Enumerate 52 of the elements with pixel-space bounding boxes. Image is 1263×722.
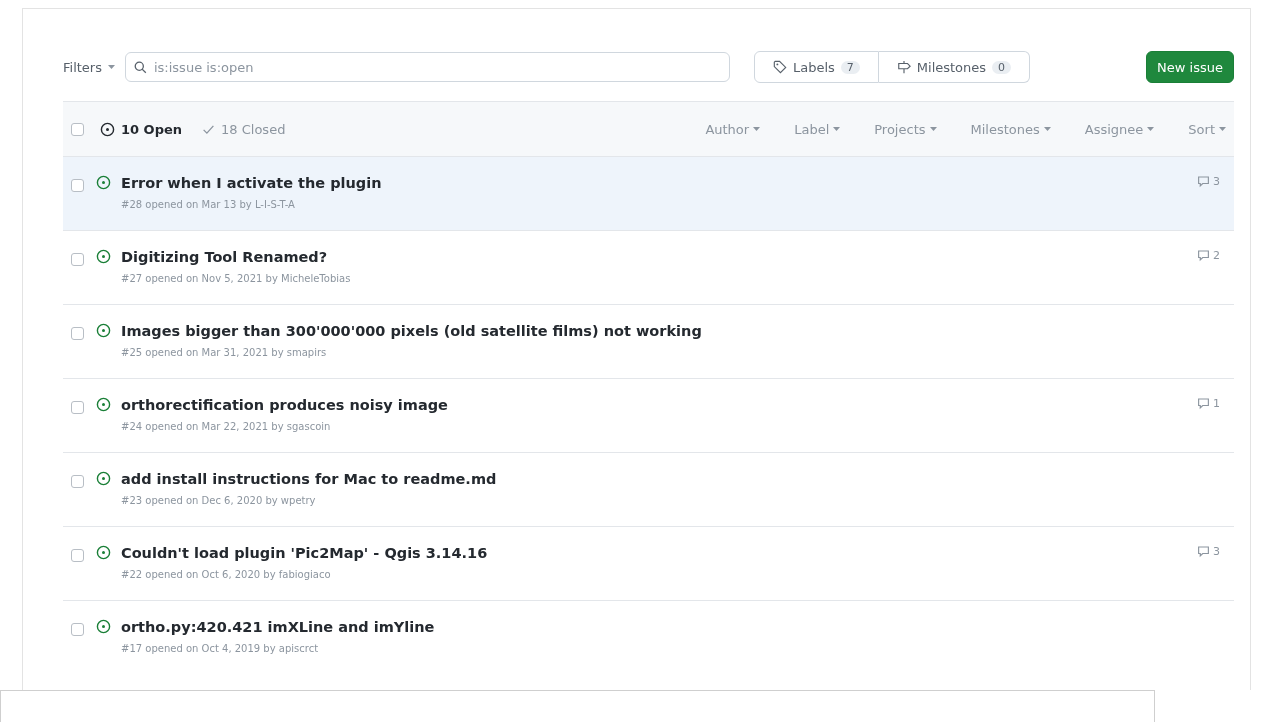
issue-meta: #17 opened on Oct 4, 2019 by apiscrct <box>121 643 320 654</box>
issue-meta: #28 opened on Mar 13 by L-I-S-T-A <box>121 199 296 210</box>
milestones-button[interactable]: Milestones 0 <box>878 51 1031 83</box>
issue-title[interactable]: Couldn't load plugin 'Pic2Map' - Qgis 3.14.16 <box>121 545 1197 561</box>
caret-icon <box>929 127 937 131</box>
checkbox[interactable] <box>71 253 84 266</box>
caret-icon <box>1147 127 1155 131</box>
caret-icon <box>1043 127 1051 131</box>
comment-icon <box>1197 175 1210 188</box>
issue-open-icon <box>96 175 111 190</box>
issue-meta: #22 opened on Oct 6, 2020 by fabiogiaco <box>121 569 332 580</box>
issue-title[interactable]: Images bigger than 300'000'000 pixels (old satellite films) not working <box>121 323 1226 339</box>
issue-open-icon <box>96 249 111 264</box>
search-icon <box>133 61 147 74</box>
issue-title[interactable]: add install instructions for Mac to readme.md <box>121 471 1226 487</box>
filters-button[interactable]: Filters <box>63 51 125 83</box>
milestone-icon <box>896 60 911 74</box>
count-badge: 7 <box>840 60 860 74</box>
select-all-checkbox[interactable] <box>71 122 84 136</box>
issue-meta: #24 opened on Mar 22, 2021 by sgascoin <box>121 421 332 432</box>
caret-icon <box>753 127 761 131</box>
caret-icon <box>833 127 841 131</box>
issue-open-icon <box>96 619 111 634</box>
labels-button[interactable]: Labels 7 <box>753 51 879 83</box>
issue-open-icon <box>96 397 111 412</box>
open-tab[interactable]: 10 Open <box>100 121 183 137</box>
checkbox[interactable] <box>71 623 84 636</box>
issue-title[interactable]: ortho.py:420.421 imXLine and imYline <box>121 619 1226 635</box>
issue-meta: #27 opened on Nov 5, 2021 by MicheleTobias <box>121 273 352 284</box>
issue-row[interactable]: Error when I activate the plugin #28 opened on Mar 13 by L-I-S-T-A 3 <box>63 157 1234 231</box>
caret-icon <box>1219 127 1226 131</box>
caret-icon <box>107 65 115 69</box>
checkbox[interactable] <box>71 179 84 192</box>
issue-title[interactable]: Error when I activate the plugin <box>121 175 1197 191</box>
issue-title[interactable]: Digitizing Tool Renamed? <box>121 249 1197 265</box>
issue-meta: #25 opened on Mar 31, 2021 by smapirs <box>121 347 328 358</box>
comment-icon <box>1197 397 1210 410</box>
issue-meta: #23 opened on Dec 6, 2020 by wpetry <box>121 495 317 506</box>
issue-open-icon <box>96 471 111 486</box>
checkbox[interactable] <box>71 327 84 340</box>
comment-icon <box>1197 249 1210 262</box>
count-badge: 0 <box>992 60 1012 74</box>
issue-open-icon <box>100 121 115 137</box>
tag-icon <box>772 60 787 74</box>
issue-title[interactable]: orthorectification produces noisy image <box>121 397 1197 413</box>
issue-open-icon <box>96 545 111 560</box>
issue-open-icon <box>96 323 111 338</box>
comment-icon <box>1197 545 1210 558</box>
checkbox[interactable] <box>71 401 84 414</box>
checkbox[interactable] <box>71 475 84 488</box>
new-issue-button[interactable]: New issue <box>1146 51 1234 83</box>
checkbox[interactable] <box>71 549 84 562</box>
